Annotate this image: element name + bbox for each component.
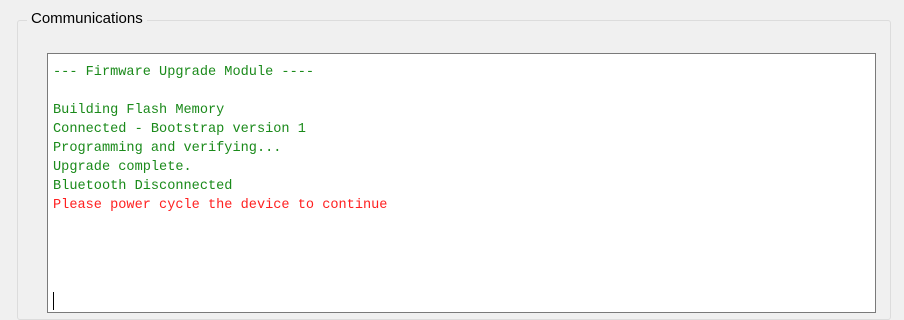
console-line: Building Flash Memory	[53, 103, 225, 118]
console-line: --- Firmware Upgrade Module ----	[53, 65, 315, 80]
page: { "groupbox": { "title": "Communications…	[0, 0, 904, 320]
console-line-error: Please power cycle the device to continu…	[53, 198, 388, 213]
console-line: Programming and verifying...	[53, 141, 282, 156]
console-line: Upgrade complete.	[53, 160, 192, 175]
groupbox-title: Communications	[27, 10, 147, 28]
console-output[interactable]: --- Firmware Upgrade Module ---- Buildin…	[47, 53, 876, 313]
console-line: Bluetooth Disconnected	[53, 179, 233, 194]
text-caret	[53, 292, 54, 310]
console-lines: --- Firmware Upgrade Module ---- Buildin…	[53, 63, 870, 215]
console-line: Connected - Bootstrap version 1	[53, 122, 306, 137]
